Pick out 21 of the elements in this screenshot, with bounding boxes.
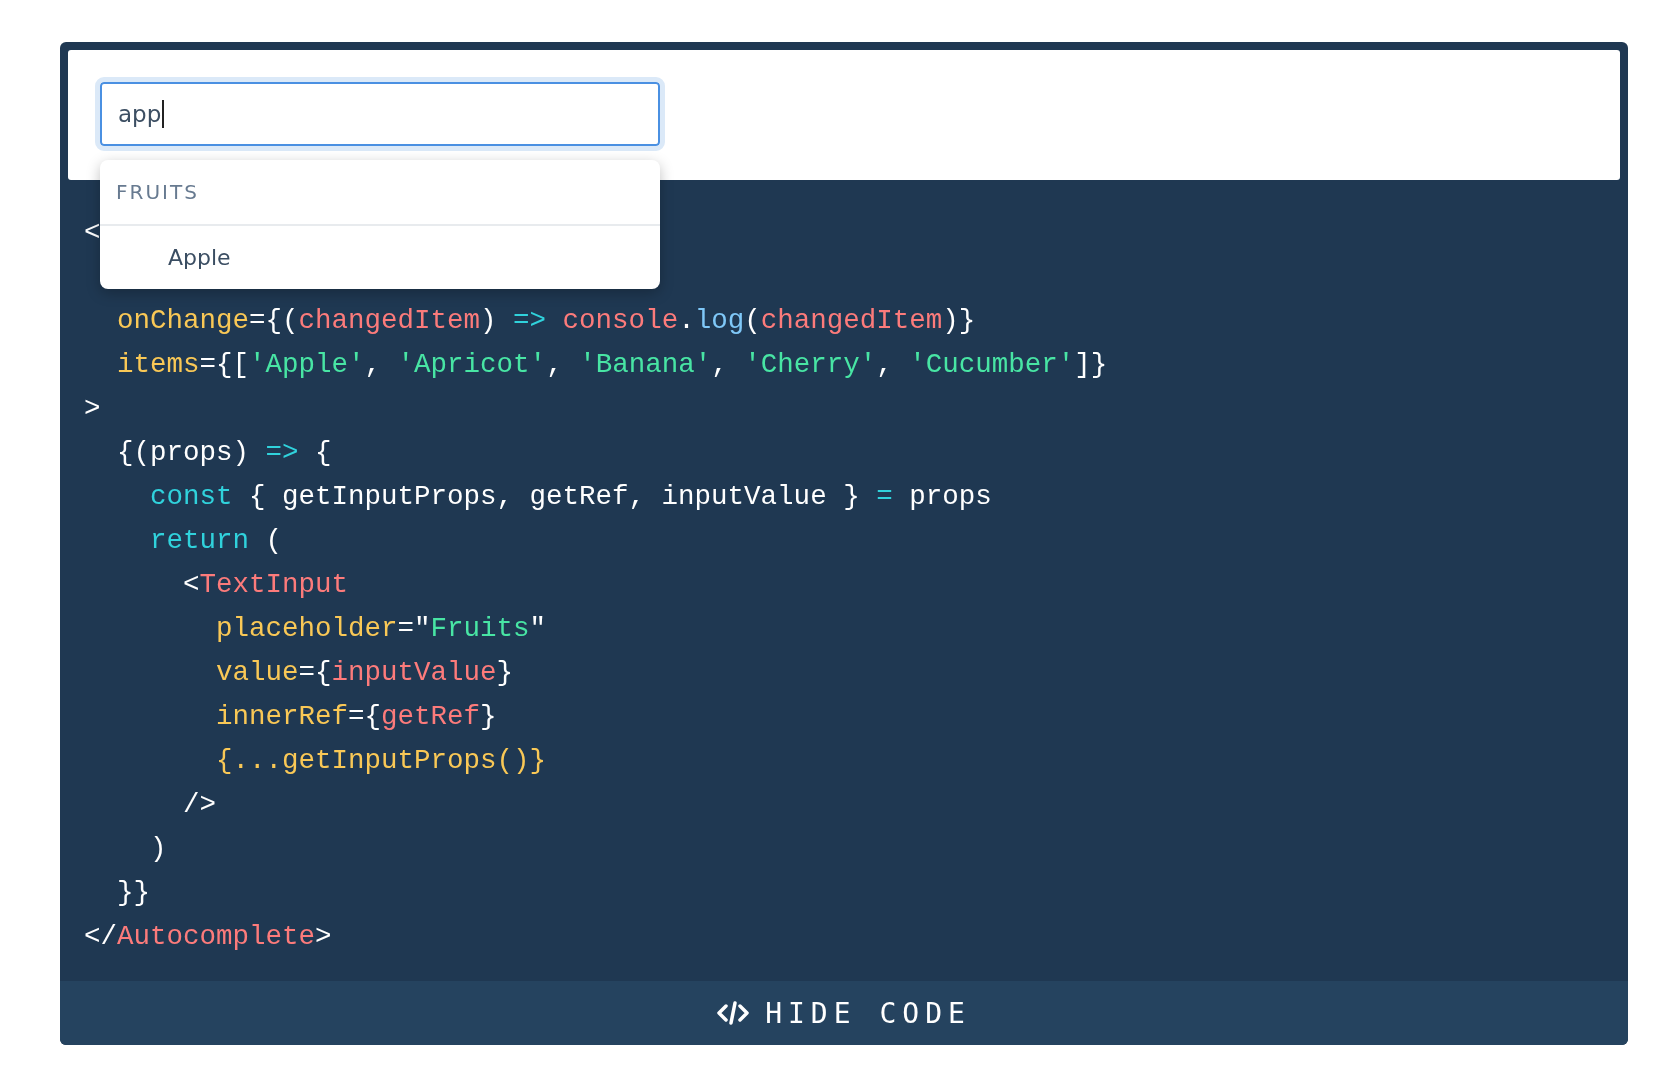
code-line: return (: [149, 524, 283, 558]
code-line: />: [182, 788, 217, 822]
search-field[interactable]: app: [95, 77, 665, 151]
code-line: >: [84, 392, 101, 426]
code-line: value={inputValue}: [215, 656, 514, 690]
hide-code-button[interactable]: HIDE CODE: [717, 996, 971, 1030]
code-line: <: [84, 216, 101, 250]
dropdown-item[interactable]: Apple: [100, 226, 660, 289]
code-line: const { getInputProps, getRef, inputValue } = props: [149, 480, 992, 514]
code-line: innerRef={getRef}: [215, 700, 497, 734]
code-line: ): [149, 832, 167, 866]
code-line: placeholder="Fruits": [215, 612, 547, 646]
code-icon: [717, 1000, 750, 1026]
code-line: items={['Apple', 'Apricot', 'Banana', 'Cherry', 'Cucumber']}: [116, 348, 1108, 382]
code-line: <TextInput: [182, 568, 349, 602]
code-line: }}: [116, 876, 150, 910]
code-line: </Autocomplete>: [84, 920, 332, 954]
code-line: {(props) => {: [116, 436, 332, 470]
code-line: onChange={(changedItem) => console.log(changedItem)}: [116, 304, 976, 338]
group-header: FRUITS: [100, 160, 660, 226]
code-line: {...getInputProps()}: [215, 744, 547, 778]
